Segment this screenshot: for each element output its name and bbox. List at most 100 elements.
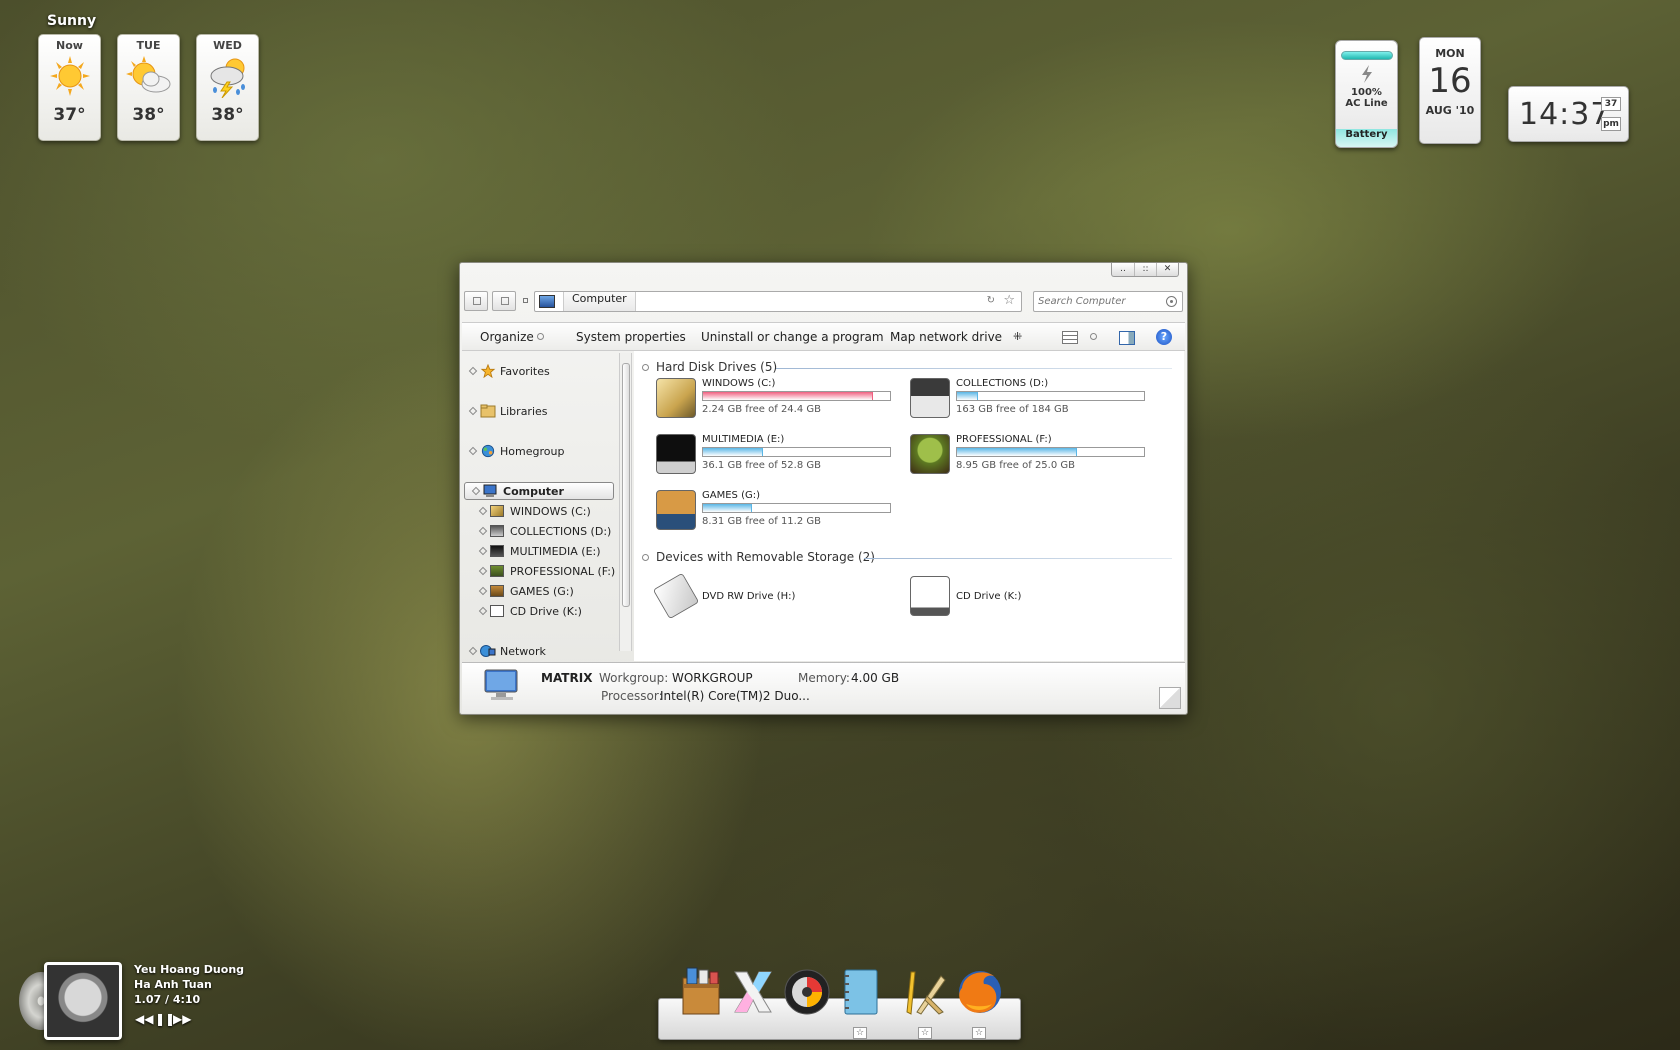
search-icon[interactable] <box>1166 296 1177 307</box>
resize-grip[interactable] <box>1159 687 1181 709</box>
nav-computer[interactable]: Computer <box>464 482 614 500</box>
pen-tools-icon[interactable] <box>897 966 949 1018</box>
hard-drive-icon <box>490 525 504 537</box>
nav-homegroup[interactable]: Homegroup <box>462 443 614 461</box>
drive-free-space: 8.31 GB free of 11.2 GB <box>702 516 821 527</box>
help-icon[interactable]: ? <box>1156 329 1172 345</box>
explorer-window: .. :: ✕ Computer ↻ ☆ Organize System pro… <box>459 262 1188 715</box>
drive-d[interactable]: COLLECTIONS (D:) 163 GB free of 184 GB <box>910 376 1150 424</box>
pause-icon[interactable]: ❚❚ <box>155 1012 175 1026</box>
clock-ampm: pm <box>1601 117 1621 131</box>
forward-button[interactable] <box>492 291 516 311</box>
calendar-weekday: MON <box>1435 47 1465 60</box>
nav-drive-f[interactable]: PROFESSIONAL (F:) <box>462 563 616 581</box>
x-app-icon[interactable] <box>727 966 779 1018</box>
nav-drive-e[interactable]: MULTIMEDIA (E:) <box>462 543 614 561</box>
clock-time: 14:37 <box>1519 97 1611 132</box>
nav-favorites[interactable]: Favorites <box>462 363 614 381</box>
favorite-star-icon[interactable]: ☆ <box>1003 293 1015 308</box>
dock-pin-star-icon[interactable]: ☆ <box>972 1027 986 1039</box>
notebook-icon[interactable] <box>835 966 887 1018</box>
view-dropdown-icon[interactable] <box>1090 333 1097 340</box>
expand-icon[interactable] <box>478 606 488 616</box>
weather-day: WED <box>213 39 242 52</box>
games-drive-icon <box>490 585 504 597</box>
nav-libraries[interactable]: Libraries <box>462 403 614 421</box>
package-icon[interactable] <box>675 966 727 1018</box>
weather-card-wed[interactable]: WED 38° <box>196 34 259 141</box>
next-track-icon[interactable]: ▶▶ <box>173 1012 191 1026</box>
breadcrumb-computer[interactable]: Computer <box>563 292 636 311</box>
expand-icon[interactable] <box>478 526 488 536</box>
weather-day: Now <box>56 39 83 52</box>
close-button[interactable]: ✕ <box>1156 263 1178 276</box>
expand-icon[interactable] <box>468 446 478 456</box>
battery-label: Battery <box>1336 129 1397 147</box>
drive-name: COLLECTIONS (D:) <box>956 378 1049 389</box>
search-box[interactable] <box>1033 291 1183 312</box>
maximize-button[interactable]: :: <box>1134 263 1156 276</box>
uninstall-program-button[interactable]: Uninstall or change a program <box>701 330 884 344</box>
minimize-button[interactable]: .. <box>1112 263 1134 276</box>
expand-icon[interactable] <box>468 646 478 656</box>
nav-network[interactable]: Network <box>462 643 614 661</box>
expand-icon[interactable] <box>468 406 478 416</box>
organize-dropdown-icon[interactable] <box>537 333 544 340</box>
refresh-icon[interactable]: ↻ <box>987 295 995 306</box>
back-button[interactable] <box>464 291 488 311</box>
weather-card-tue[interactable]: TUE 38° <box>117 34 180 141</box>
nav-label: PROFESSIONAL (F:) <box>510 565 616 578</box>
battery-gadget[interactable]: 100% AC Line Battery <box>1335 40 1398 148</box>
nav-drive-g[interactable]: GAMES (G:) <box>462 583 614 601</box>
nav-drive-d[interactable]: COLLECTIONS (D:) <box>462 523 614 541</box>
drive-c[interactable]: WINDOWS (C:) 2.24 GB free of 24.4 GB <box>656 376 896 424</box>
drive-f[interactable]: PROFESSIONAL (F:) 8.95 GB free of 25.0 G… <box>910 432 1150 480</box>
collapse-icon[interactable] <box>642 554 649 561</box>
dock-pin-star-icon[interactable]: ☆ <box>918 1027 932 1039</box>
nav-drive-c[interactable]: WINDOWS (C:) <box>462 503 614 521</box>
drive-name: CD Drive (K:) <box>956 591 1022 602</box>
drive-usage-fill <box>703 392 874 400</box>
collapse-icon[interactable] <box>642 364 649 371</box>
previous-track-icon[interactable]: ◀◀ <box>135 1012 153 1026</box>
weather-title: Sunny <box>47 13 97 29</box>
recent-pages-button[interactable] <box>523 298 528 303</box>
firefox-icon[interactable] <box>954 966 1006 1018</box>
nav-drive-k[interactable]: CD Drive (K:) <box>462 603 614 621</box>
nav-scrollbar[interactable] <box>619 353 632 651</box>
expand-icon[interactable] <box>471 486 481 496</box>
drive-g[interactable]: GAMES (G:) 8.31 GB free of 11.2 GB <box>656 488 896 536</box>
processor-value: Intel(R) Core(TM)2 Duo... <box>660 689 810 703</box>
expand-icon[interactable] <box>478 566 488 576</box>
itunes-icon[interactable] <box>781 966 833 1018</box>
system-properties-button[interactable]: System properties <box>576 330 686 344</box>
scrollbar-thumb[interactable] <box>622 363 630 607</box>
battery-source: AC Line <box>1345 98 1388 109</box>
group-removable-storage[interactable]: Devices with Removable Storage (2) <box>642 550 1172 566</box>
weather-card-now[interactable]: Now 37° <box>38 34 101 141</box>
drive-usage-bar <box>956 447 1145 457</box>
view-options-icon[interactable] <box>1062 331 1078 344</box>
preview-pane-icon[interactable] <box>1119 331 1135 345</box>
expand-icon[interactable] <box>468 366 478 376</box>
drive-k[interactable]: CD Drive (K:) <box>910 574 1150 622</box>
more-commands-icon[interactable]: ⁜ <box>1013 330 1022 343</box>
album-art[interactable] <box>44 962 122 1040</box>
map-network-drive-button[interactable]: Map network drive <box>890 330 1002 344</box>
calendar-gadget[interactable]: MON 16 AUG '10 <box>1419 37 1481 144</box>
address-bar[interactable]: Computer ↻ ☆ <box>534 291 1022 312</box>
memory-label: Memory: <box>798 671 850 685</box>
group-hard-disk-drives[interactable]: Hard Disk Drives (5) <box>642 360 1172 376</box>
hard-drive-icon <box>910 378 950 418</box>
drive-h[interactable]: DVD RW Drive (H:) <box>652 572 896 622</box>
expand-icon[interactable] <box>478 586 488 596</box>
search-input[interactable] <box>1038 294 1156 309</box>
organize-button[interactable]: Organize <box>480 330 534 344</box>
clock-gadget[interactable]: 14:37 37 pm <box>1508 86 1629 142</box>
drive-e[interactable]: MULTIMEDIA (E:) 36.1 GB free of 52.8 GB <box>656 432 896 480</box>
drive-usage-fill <box>703 504 752 512</box>
expand-icon[interactable] <box>478 546 488 556</box>
dock-pin-star-icon[interactable]: ☆ <box>853 1027 867 1039</box>
expand-icon[interactable] <box>478 506 488 516</box>
computer-icon <box>483 484 497 497</box>
